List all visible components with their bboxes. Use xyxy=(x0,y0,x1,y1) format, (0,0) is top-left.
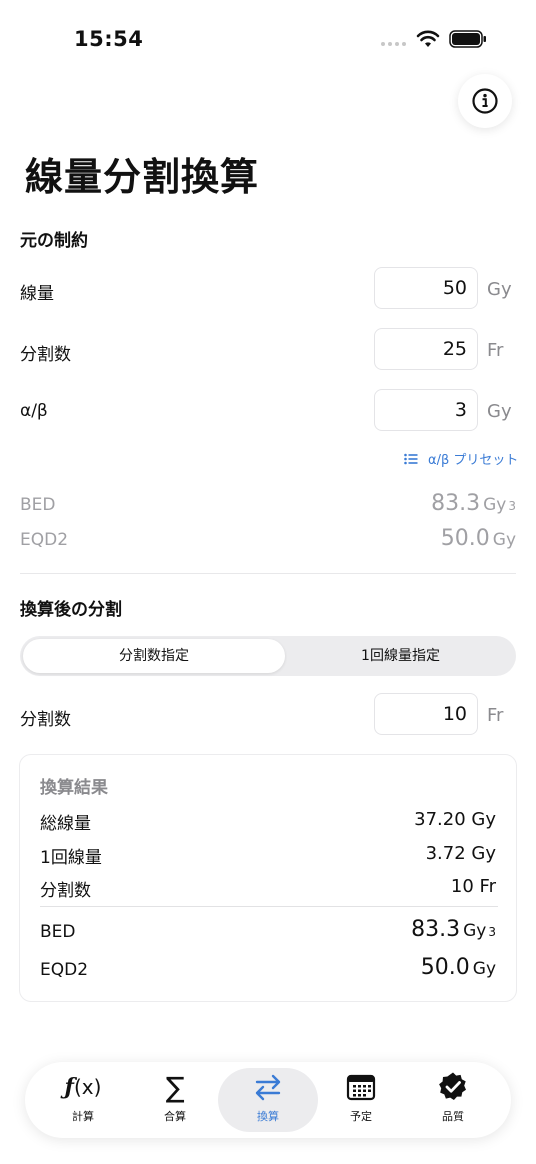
function-icon: ƒ (x) xyxy=(64,1074,102,1100)
eqd2-unit: Gy xyxy=(492,530,516,550)
tab-bar: ƒ (x) 計算 ∑ 合算 換算 予定 品質 xyxy=(25,1062,511,1138)
fractions-input[interactable]: 25 xyxy=(374,328,478,370)
swap-arrows-icon xyxy=(218,1068,318,1106)
wifi-icon xyxy=(416,30,440,47)
tab-calculate[interactable]: ƒ (x) 計算 xyxy=(33,1068,133,1132)
tab-quality[interactable]: 品質 xyxy=(403,1068,503,1132)
dose-unit: Gy xyxy=(487,279,512,300)
result-eqd2-value: 50.0 Gy xyxy=(421,955,496,980)
tab-label: 予定 xyxy=(350,1110,372,1123)
result-bed-value: 83.3 Gy 3 xyxy=(411,917,496,942)
segment-fractions[interactable]: 分割数指定 xyxy=(23,639,285,673)
page-title: 線量分割換算 xyxy=(25,155,260,199)
eqd2-number: 50.0 xyxy=(440,526,490,551)
result-title: 換算結果 xyxy=(40,778,108,798)
alpha-beta-preset-button[interactable]: α/β プリセット xyxy=(404,449,518,468)
fractions-label: 分割数 xyxy=(20,345,71,365)
bed-unit: Gy xyxy=(483,495,507,515)
tab-label: 品質 xyxy=(442,1110,464,1123)
fractions-unit: Fr xyxy=(487,340,504,361)
bed-value: 83.3 Gy 3 xyxy=(431,491,516,516)
alpha-beta-unit: Gy xyxy=(487,401,512,422)
tab-label: 計算 xyxy=(72,1110,94,1123)
calendar-icon xyxy=(311,1068,411,1106)
info-button[interactable] xyxy=(458,74,512,128)
cellular-signal-icon xyxy=(381,42,406,46)
result-divider xyxy=(40,906,498,907)
tab-convert[interactable]: 換算 xyxy=(218,1068,318,1132)
result-row-label: 分割数 xyxy=(40,881,91,901)
result-eqd2-unit: Gy xyxy=(472,959,496,979)
bed-number: 83.3 xyxy=(431,491,481,516)
result-bed-subscript: 3 xyxy=(488,925,496,939)
sigma-icon: ∑ xyxy=(165,1070,185,1104)
tab-sum[interactable]: ∑ 合算 xyxy=(125,1068,225,1132)
alpha-beta-label: α/β xyxy=(20,401,48,421)
bed-label: BED xyxy=(20,495,56,515)
section-title-original: 元の制約 xyxy=(20,231,88,251)
result-row-value: 37.20 Gy xyxy=(414,809,496,830)
result-eqd2-label: EQD2 xyxy=(40,960,89,980)
new-fractions-label: 分割数 xyxy=(20,710,71,730)
mode-segmented-control: 分割数指定 1回線量指定 xyxy=(20,636,516,676)
tab-label: 合算 xyxy=(164,1110,186,1123)
checkmark-seal-icon xyxy=(403,1068,503,1106)
dose-label: 線量 xyxy=(20,284,54,304)
segment-dose-per-fraction[interactable]: 1回線量指定 xyxy=(288,639,513,673)
battery-icon xyxy=(449,30,486,48)
info-icon xyxy=(472,88,498,114)
section-divider xyxy=(20,573,516,574)
result-bed-number: 83.3 xyxy=(411,917,461,942)
result-row-value: 10 Fr xyxy=(450,876,496,897)
bed-subscript: 3 xyxy=(508,499,516,513)
eqd2-value: 50.0 Gy xyxy=(441,526,516,551)
section-title-converted: 換算後の分割 xyxy=(20,600,122,620)
preset-label: α/β プリセット xyxy=(428,453,519,468)
result-row-value: 3.72 Gy xyxy=(425,843,496,864)
status-time: 15:54 xyxy=(74,27,144,51)
result-bed-unit: Gy xyxy=(463,921,487,941)
result-eqd2-number: 50.0 xyxy=(420,955,470,980)
result-card: 換算結果 総線量 37.20 Gy 1回線量 3.72 Gy 分割数 10 Fr… xyxy=(19,754,517,1002)
status-bar: 15:54 xyxy=(0,0,536,80)
tab-schedule[interactable]: 予定 xyxy=(311,1068,411,1132)
list-icon xyxy=(404,453,418,464)
new-fractions-unit: Fr xyxy=(487,705,504,726)
tab-label: 換算 xyxy=(257,1110,279,1123)
result-row-label: 1回線量 xyxy=(40,848,102,868)
result-bed-label: BED xyxy=(40,922,76,942)
new-fractions-input[interactable]: 10 xyxy=(374,693,478,735)
eqd2-label: EQD2 xyxy=(20,530,69,550)
result-row-label: 総線量 xyxy=(40,814,91,834)
alpha-beta-input[interactable]: 3 xyxy=(374,389,478,431)
dose-input[interactable]: 50 xyxy=(374,267,478,309)
